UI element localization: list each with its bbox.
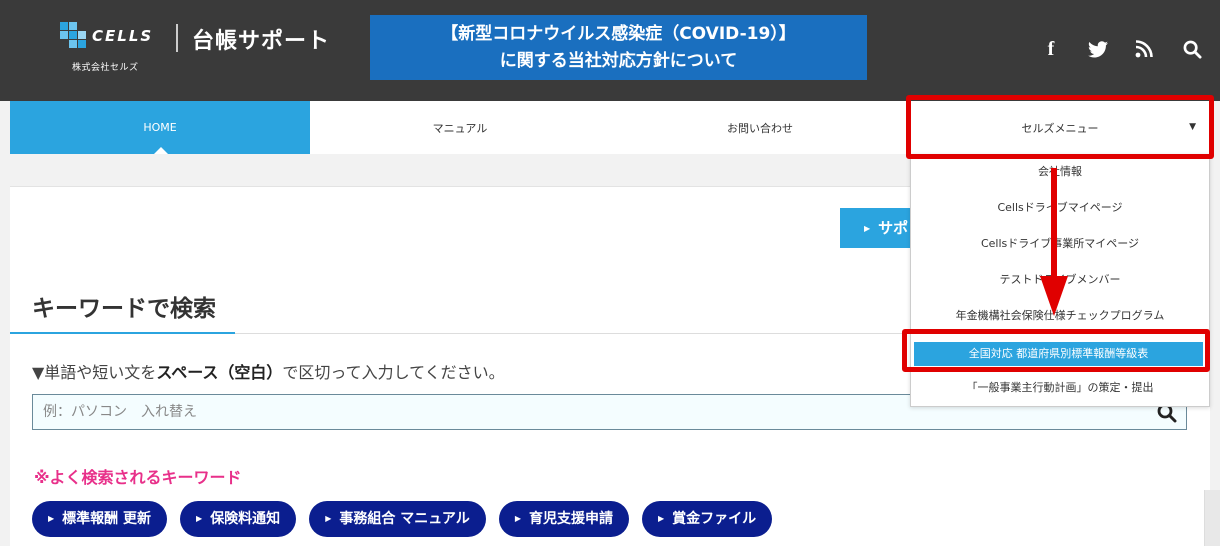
covid-banner[interactable]: 【新型コロナウイルス感染症（COVID-19）】 に関する当社対応方針について [370, 15, 867, 80]
keyword-tag-label: 賞金ファイル [672, 511, 757, 527]
page-scrollbar[interactable] [1204, 490, 1220, 546]
title-accent-line [10, 332, 235, 334]
logo-divider [176, 24, 178, 52]
banner-line-2: に関する当社対応方針について [499, 51, 738, 71]
cells-logo-icon [60, 22, 86, 48]
twitter-icon[interactable] [1086, 38, 1110, 60]
search-icon[interactable] [1180, 38, 1204, 60]
instruction-bold: スペース（空白） [156, 363, 283, 382]
nav-item-label: お問い合わせ [727, 121, 793, 135]
service-name: 台帳サポート [192, 29, 331, 54]
keyword-tag-label: 事務組合 マニュアル [339, 511, 470, 527]
support-button-label: サポ [878, 219, 909, 237]
instruction-prefix: ▼単語や短い文を [32, 363, 157, 382]
nav-item-home[interactable]: HOME [10, 101, 310, 154]
keyword-tag[interactable]: ▶ 事務組合 マニュアル [309, 501, 486, 537]
company-name: 株式会社セルズ [72, 63, 139, 73]
search-instruction: ▼単語や短い文をスペース（空白）で区切って入力してください。 [32, 359, 505, 383]
keyword-tag[interactable]: ▶ 保険料通知 [180, 501, 297, 537]
play-icon: ▶ [657, 514, 665, 523]
annotation-arrow-icon [1040, 168, 1068, 316]
play-icon: ▶ [864, 224, 871, 233]
nav-item-manual[interactable]: マニュアル [310, 101, 610, 154]
play-icon: ▶ [196, 514, 203, 523]
instruction-suffix: で区切って入力してください。 [282, 363, 505, 382]
site-logo[interactable]: CELLS 台帳サポート 株式会社セルズ [60, 20, 330, 75]
popular-keywords-title: ※よく検索されるキーワード [34, 468, 242, 487]
nav-item-label: HOME [143, 121, 177, 134]
annotation-highlight-menu [906, 95, 1214, 159]
facebook-icon[interactable]: f [1039, 38, 1063, 60]
nav-item-label: マニュアル [432, 121, 488, 135]
rss-icon[interactable] [1132, 38, 1156, 60]
keyword-tag[interactable]: ▶ 育児支援申請 [498, 501, 629, 537]
nav-item-contact[interactable]: お問い合わせ [610, 101, 910, 154]
popular-keyword-tags: ▶ 標準報酬 更新 ▶ 保険料通知 ▶ 事務組合 マニュアル ▶ 育児支援申請 ▶ 賞金フ… [32, 501, 785, 537]
keyword-tag-label: 育児支援申請 [528, 511, 613, 527]
play-icon: ▶ [514, 514, 521, 523]
keyword-tag-label: 標準報酬 更新 [62, 511, 152, 527]
site-header: CELLS 台帳サポート 株式会社セルズ 【新型コロナウイルス感染症（COVID… [0, 0, 1220, 101]
dropdown-item-action-plan[interactable]: 「一般事業主行動計画」の策定・提出 [911, 376, 1209, 400]
keyword-tag[interactable]: ▶ 標準報酬 更新 [32, 501, 168, 537]
banner-line-1: 【新型コロナウイルス感染症（COVID-19）】 [441, 24, 796, 44]
play-icon: ▶ [325, 514, 332, 523]
keyword-tag[interactable]: ▶ 賞金ファイル [641, 501, 773, 537]
keyword-search-title: キーワードで検索 [32, 296, 216, 322]
keyword-tag-label: 保険料通知 [210, 511, 281, 527]
play-icon: ▶ [48, 514, 55, 523]
logo-text: CELLS [92, 27, 154, 45]
annotation-highlight-item [902, 329, 1210, 372]
